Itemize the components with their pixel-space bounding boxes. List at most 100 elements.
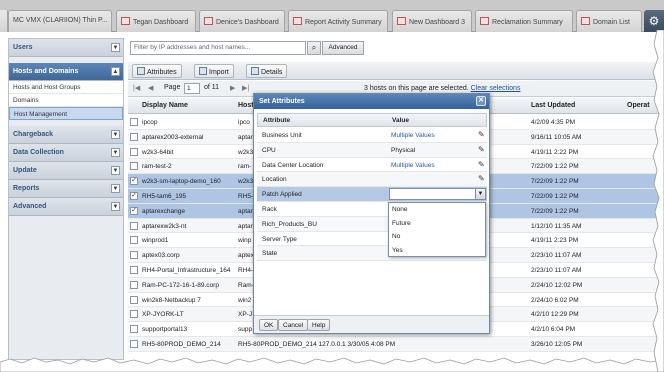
sidebar-section-data-collection[interactable]: Data Collection ▼ <box>9 144 123 162</box>
sidebar-item-host-management[interactable]: Host Management <box>9 107 123 120</box>
attribute-row-business-unit[interactable]: Business Unit Multiple Values ✎ <box>257 128 487 143</box>
chevron-down-icon[interactable]: ▼ <box>111 148 120 157</box>
sidebar-section-label: Hosts and Domains <box>13 68 79 75</box>
row-checkbox[interactable] <box>130 251 138 260</box>
previous-page-icon[interactable]: ◀ <box>148 84 153 92</box>
chevron-down-icon[interactable]: ▼ <box>111 202 120 211</box>
attribute-value-link[interactable]: Multiple Values <box>391 162 435 169</box>
sidebar-section-hosts-and-domains[interactable]: Hosts and Domains ▲ <box>9 63 123 81</box>
row-checkbox[interactable] <box>130 280 138 289</box>
clear-selections-link[interactable]: Clear selections <box>471 85 521 92</box>
table-row[interactable]: RH5-80PROD_DEMO_214 RH5-80PROD_DEMO_214 1… <box>128 336 664 352</box>
page-count: of 11 <box>204 84 220 91</box>
row-checkbox[interactable] <box>130 221 138 230</box>
import-button[interactable]: Import <box>194 64 234 78</box>
cancel-button[interactable]: Cancel <box>278 319 309 331</box>
sidebar-section-update[interactable]: Update ▼ <box>9 162 123 180</box>
sidebar-section-label: Data Collection <box>13 149 64 156</box>
cell-display-name: RH5-80PROD_DEMO_214 <box>142 340 221 348</box>
pencil-icon[interactable]: ✎ <box>478 160 485 169</box>
tab-domain-list[interactable]: Domain List <box>576 10 642 32</box>
chevron-down-icon[interactable]: ▼ <box>111 43 120 52</box>
column-header-operating[interactable]: Operat <box>627 102 650 109</box>
sidebar-section-label: Users <box>13 44 33 51</box>
last-page-icon[interactable]: ▶| <box>242 84 249 92</box>
sidebar-item-domains[interactable]: Domains <box>9 94 123 107</box>
row-checkbox[interactable] <box>130 147 138 156</box>
cell-display-name: Ram-PC-172-16-1-89.corp <box>142 281 219 289</box>
column-header-display-name[interactable]: Display Name <box>142 102 188 109</box>
gear-icon[interactable]: ⚙ <box>644 10 664 32</box>
dropdown-option-none[interactable]: None <box>389 203 485 217</box>
first-page-icon[interactable]: |◀ <box>133 84 140 92</box>
tab-mc-vmx[interactable]: MC VMX (CLARIION) Thin P... <box>8 10 112 32</box>
tab-label: Domain List <box>593 19 630 26</box>
sidebar-section-users[interactable]: Users ▼ <box>9 39 123 57</box>
attribute-table-header: Attribute Value <box>257 113 487 127</box>
row-checkbox[interactable] <box>130 162 138 171</box>
cell-display-name: supportportal13 <box>142 326 188 334</box>
row-checkbox-checked[interactable]: ✓ <box>130 177 138 186</box>
column-header-host[interactable]: Host <box>238 102 254 109</box>
sidebar: Users ▼ Hosts and Domains ▲ Hosts and Host… <box>8 38 124 360</box>
page-number-input[interactable]: 1 <box>184 83 200 94</box>
row-checkbox[interactable] <box>130 325 138 334</box>
ok-button[interactable]: OK <box>259 319 279 331</box>
close-icon[interactable]: ✕ <box>476 96 486 106</box>
help-button[interactable]: Help <box>307 319 331 331</box>
tab-label: New Dashboard 3 <box>409 19 466 26</box>
row-checkbox-checked[interactable]: ✓ <box>130 191 138 200</box>
dropdown-option-future[interactable]: Future <box>389 217 485 231</box>
attribute-row-location[interactable]: Location ✎ <box>257 172 487 188</box>
patch-applied-select[interactable]: ▼ <box>389 188 486 201</box>
cell-display-name: aptarex2003-external <box>142 133 204 141</box>
chevron-up-icon[interactable]: ▲ <box>111 67 120 76</box>
details-button[interactable]: Details <box>246 64 288 78</box>
row-checkbox[interactable] <box>130 132 138 141</box>
pencil-icon[interactable]: ✎ <box>478 130 485 139</box>
tab-scroll-left[interactable] <box>0 10 8 32</box>
tab-report-activity-summary[interactable]: Report Activity Summary <box>288 10 388 32</box>
dropdown-option-yes[interactable]: Yes <box>389 244 485 258</box>
cell-last-updated: 2/24/10 6:02 PM <box>531 296 579 304</box>
cell-host: RH5-80PROD_DEMO_214 127.0.0.1 3/30/05 4:… <box>238 340 396 348</box>
chevron-down-icon[interactable]: ▼ <box>111 166 120 175</box>
advanced-button[interactable]: Advanced <box>322 41 364 55</box>
sidebar-section-reports[interactable]: Reports ▼ <box>9 180 123 198</box>
pencil-icon[interactable]: ✎ <box>478 145 485 154</box>
row-checkbox[interactable] <box>130 265 138 274</box>
row-checkbox[interactable] <box>130 310 138 319</box>
row-checkbox[interactable] <box>130 295 138 304</box>
attribute-row-data-center-location[interactable]: Data Center Location Multiple Values ✎ <box>257 158 487 173</box>
tab-reclamation-summary[interactable]: Reclamation Summary <box>475 10 573 32</box>
attribute-name: Rack <box>262 205 277 213</box>
pencil-icon[interactable]: ✎ <box>478 174 485 183</box>
dropdown-option-no[interactable]: No <box>389 230 485 244</box>
attribute-value-link[interactable]: Multiple Values <box>391 132 435 139</box>
tab-denices-dashboard[interactable]: Denice's Dashboard <box>199 10 285 32</box>
tab-bar: MC VMX (CLARIION) Thin P... Tegan Dashbo… <box>0 0 664 32</box>
search-icon[interactable]: ⌕ <box>307 41 321 55</box>
tab-tegan-dashboard[interactable]: Tegan Dashboard <box>116 10 196 32</box>
sidebar-section-advanced[interactable]: Advanced ▼ <box>9 198 123 216</box>
tab-new-dashboard-3[interactable]: New Dashboard 3 <box>392 10 472 32</box>
sidebar-item-hosts-and-host-groups[interactable]: Hosts and Host Groups <box>9 81 123 94</box>
attribute-row-patch-applied[interactable]: Patch Applied ▼ <box>257 187 487 202</box>
filter-input[interactable]: Filter by IP addresses and host names... <box>130 41 306 55</box>
next-page-icon[interactable]: ▶ <box>230 84 235 92</box>
cell-last-updated: 1/12/10 11:35 AM <box>531 222 582 230</box>
chevron-down-icon[interactable]: ▼ <box>475 189 485 200</box>
row-checkbox[interactable] <box>130 339 138 348</box>
attribute-row-cpu[interactable]: CPU Physical ✎ <box>257 142 487 158</box>
row-checkbox-checked[interactable]: ✓ <box>130 206 138 215</box>
sidebar-section-chargeback[interactable]: Chargeback ▼ <box>9 126 123 144</box>
chevron-down-icon[interactable]: ▼ <box>111 130 120 139</box>
column-header-last-updated[interactable]: Last Updated <box>531 102 575 109</box>
attribute-value: Physical <box>391 146 416 154</box>
chevron-down-icon[interactable]: ▼ <box>111 184 120 193</box>
row-checkbox[interactable] <box>130 118 138 126</box>
selection-text: 3 hosts on this page are selected. <box>364 85 469 92</box>
toolbar: Attributes Import Details <box>128 62 664 80</box>
attributes-button[interactable]: Attributes <box>132 64 182 78</box>
row-checkbox[interactable] <box>130 236 138 245</box>
